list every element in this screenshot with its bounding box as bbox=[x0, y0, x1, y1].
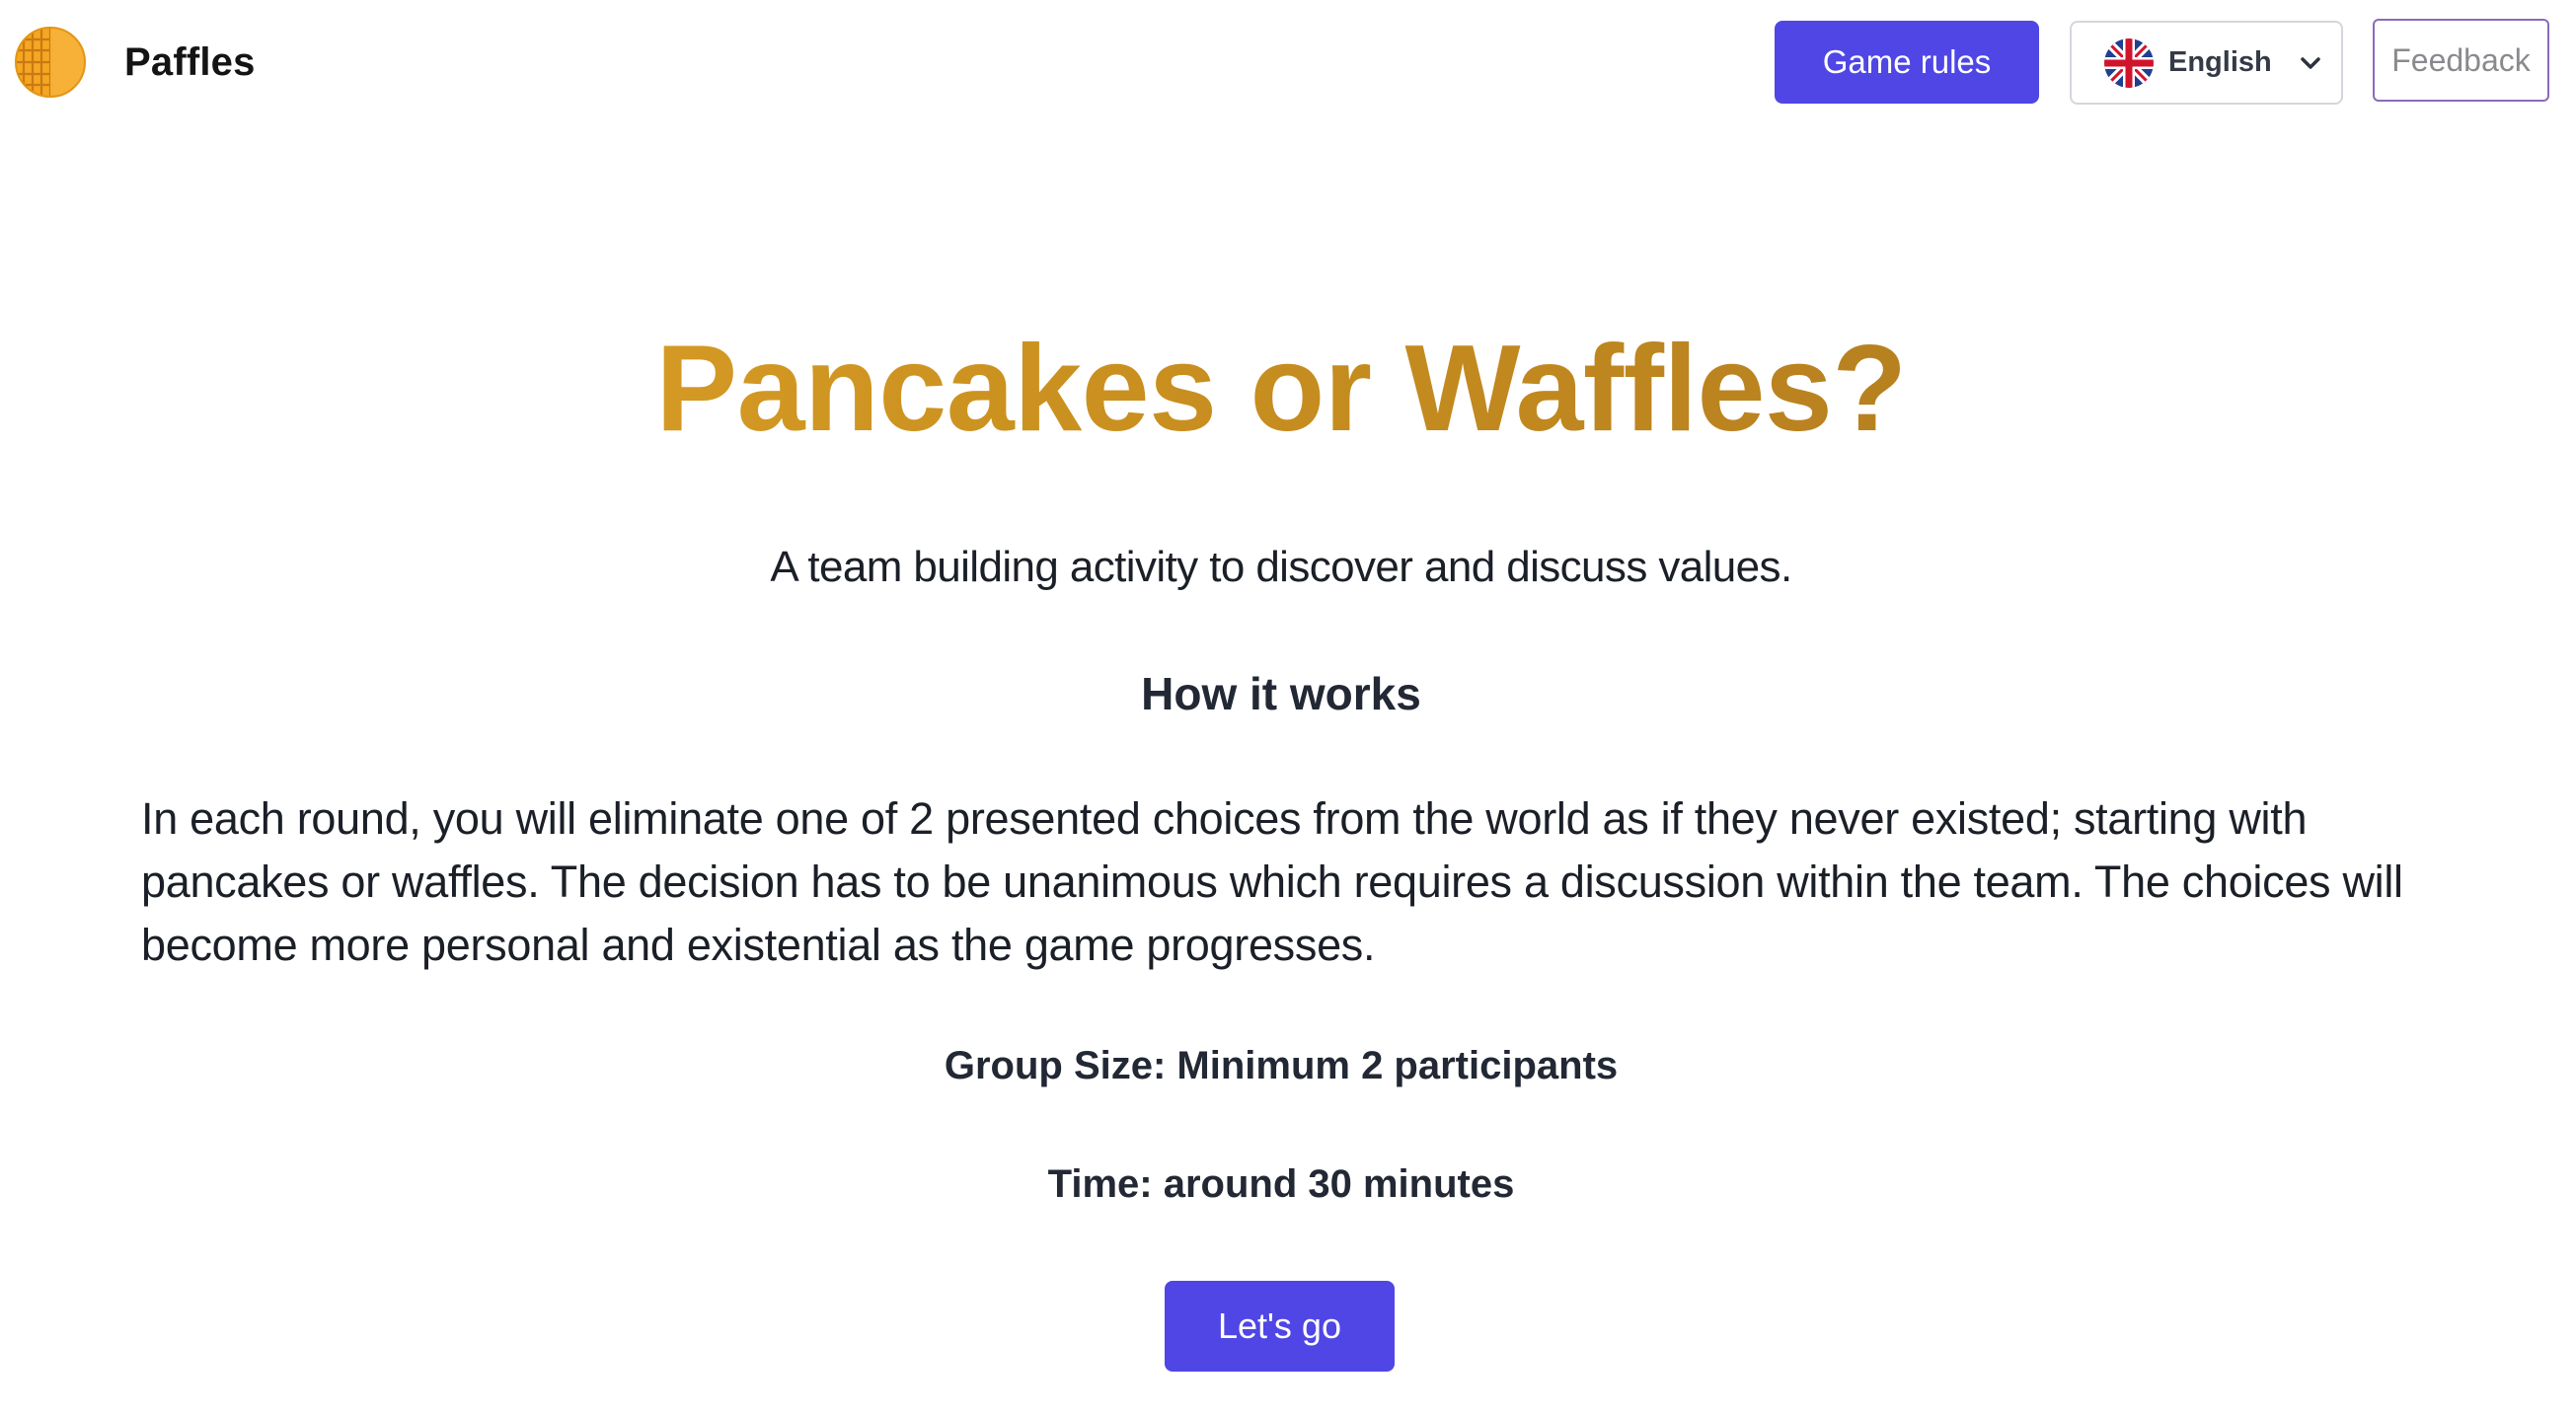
top-navbar: Paffles Game rules English Feedback bbox=[0, 0, 2576, 128]
main-content: Pancakes or Waffles? A team building act… bbox=[0, 128, 2576, 1416]
language-select[interactable]: English bbox=[2070, 21, 2343, 105]
time-info: Time: around 30 minutes bbox=[1047, 1162, 1515, 1206]
game-rules-button[interactable]: Game rules bbox=[1775, 21, 2039, 104]
group-size-info: Group Size: Minimum 2 participants bbox=[944, 1044, 1619, 1087]
brand-name: Paffles bbox=[124, 39, 256, 84]
language-label: English bbox=[2168, 46, 2272, 78]
waffle-logo-icon bbox=[15, 27, 86, 98]
game-description: In each round, you will eliminate one of… bbox=[141, 793, 2403, 970]
tagline: A team building activity to discover and… bbox=[770, 543, 1792, 591]
uk-flag-icon bbox=[2104, 37, 2154, 88]
lets-go-button[interactable]: Let's go bbox=[1165, 1281, 1395, 1372]
chevron-down-icon bbox=[2300, 56, 2320, 69]
feedback-button[interactable]: Feedback bbox=[2373, 19, 2549, 102]
brand-home-link[interactable]: Paffles bbox=[14, 26, 256, 99]
how-it-works-heading: How it works bbox=[1141, 668, 1421, 719]
page-title: Pancakes or Waffles? bbox=[0, 316, 2562, 463]
